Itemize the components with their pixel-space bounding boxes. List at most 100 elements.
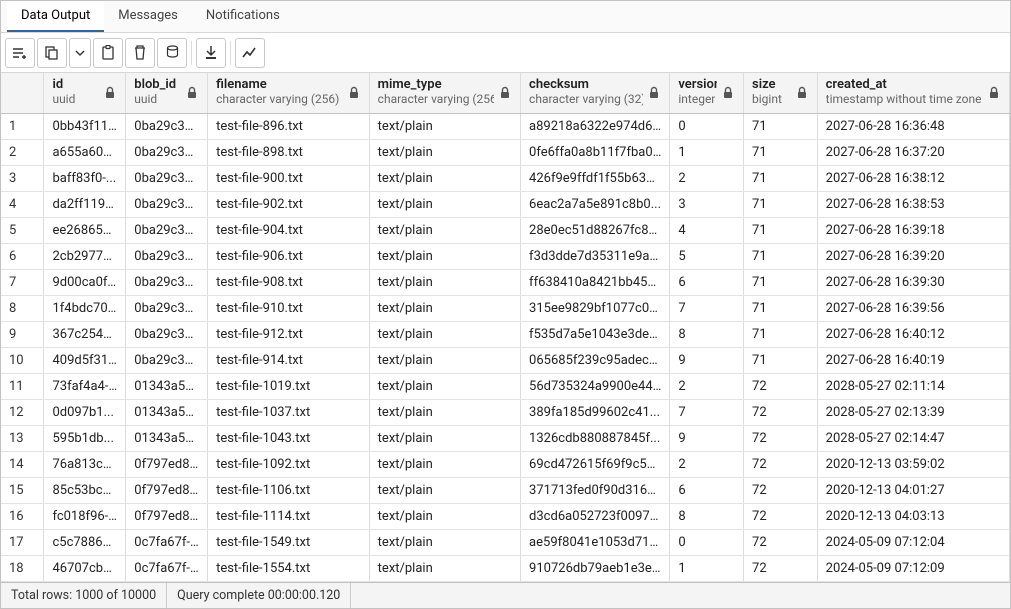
row-number[interactable]: 11 xyxy=(1,373,44,399)
cell-filename[interactable]: test-file-898.txt xyxy=(208,139,370,165)
cell-id[interactable]: 76a813c5... xyxy=(44,451,126,477)
column-header-size[interactable]: sizebigint xyxy=(744,73,818,113)
cell-version[interactable]: 2 xyxy=(670,165,744,191)
cell-size[interactable]: 71 xyxy=(744,139,818,165)
row-number[interactable]: 18 xyxy=(1,555,44,581)
cell-mime_type[interactable]: text/plain xyxy=(369,191,520,217)
cell-filename[interactable]: test-file-1114.txt xyxy=(208,503,370,529)
cell-id[interactable]: 9d00ca0f... xyxy=(44,269,126,295)
cell-blob_id[interactable]: 0f797ed8... xyxy=(126,477,208,503)
cell-id[interactable]: da2ff119-... xyxy=(44,191,126,217)
row-number[interactable]: 5 xyxy=(1,217,44,243)
cell-checksum[interactable]: ff638410a8421bb457... xyxy=(521,269,670,295)
cell-created_at[interactable]: 2024-05-09 07:12:09 xyxy=(817,555,1009,581)
cell-created_at[interactable]: 2020-12-13 04:01:27 xyxy=(817,477,1009,503)
column-header-id[interactable]: iduuid xyxy=(44,73,126,113)
cell-checksum[interactable]: fc2215899115aa8d9a... xyxy=(521,581,670,582)
cell-size[interactable]: 72 xyxy=(744,451,818,477)
cell-size[interactable]: 72 xyxy=(744,425,818,451)
cell-blob_id[interactable]: 0c7fa67f-... xyxy=(126,529,208,555)
table-row[interactable]: 1476a813c5...0f797ed8...test-file-1092.t… xyxy=(1,451,1010,477)
cell-created_at[interactable]: 2027-06-28 16:39:18 xyxy=(817,217,1009,243)
cell-id[interactable]: 46707cbc... xyxy=(44,555,126,581)
copy-dropdown-button[interactable] xyxy=(69,38,91,68)
cell-id[interactable]: 0d097b1... xyxy=(44,399,126,425)
cell-checksum[interactable]: 426f9e9ffdf1f55b633... xyxy=(521,165,670,191)
column-header-filename[interactable]: filenamecharacter varying (256) xyxy=(208,73,370,113)
table-row[interactable]: 5ee268650...0ba29c35...test-file-904.txt… xyxy=(1,217,1010,243)
cell-mime_type[interactable]: text/plain xyxy=(369,503,520,529)
cell-blob_id[interactable]: 01343a5c... xyxy=(126,399,208,425)
cell-checksum[interactable]: a89218a6322e974d6... xyxy=(521,113,670,139)
cell-filename[interactable]: test-file-900.txt xyxy=(208,165,370,191)
cell-size[interactable]: 71 xyxy=(744,269,818,295)
cell-checksum[interactable]: d3cd6a052723f0097c... xyxy=(521,503,670,529)
add-row-button[interactable] xyxy=(5,38,35,68)
cell-created_at[interactable]: 2027-06-28 16:39:20 xyxy=(817,243,1009,269)
cell-size[interactable]: 71 xyxy=(744,321,818,347)
cell-mime_type[interactable]: text/plain xyxy=(369,295,520,321)
cell-mime_type[interactable]: text/plain xyxy=(369,243,520,269)
cell-id[interactable]: baff83f0-... xyxy=(44,165,126,191)
cell-created_at[interactable]: 2027-06-28 16:40:19 xyxy=(817,347,1009,373)
cell-version[interactable]: 0 xyxy=(670,113,744,139)
cell-blob_id[interactable]: 01343a5c... xyxy=(126,373,208,399)
cell-version[interactable]: 2 xyxy=(670,373,744,399)
table-row[interactable]: 19be662b72...0c7fa67f-...test-file-1558.… xyxy=(1,581,1010,582)
row-number[interactable]: 4 xyxy=(1,191,44,217)
column-header-mime_type[interactable]: mime_typecharacter varying (256) xyxy=(369,73,520,113)
cell-checksum[interactable]: 315ee9829bf1077c04... xyxy=(521,295,670,321)
cell-filename[interactable]: test-file-902.txt xyxy=(208,191,370,217)
cell-mime_type[interactable]: text/plain xyxy=(369,217,520,243)
cell-filename[interactable]: test-file-1558.txt xyxy=(208,581,370,582)
cell-created_at[interactable]: 2027-06-28 16:38:12 xyxy=(817,165,1009,191)
cell-filename[interactable]: test-file-1037.txt xyxy=(208,399,370,425)
tab-data-output[interactable]: Data Output xyxy=(7,1,104,32)
cell-mime_type[interactable]: text/plain xyxy=(369,347,520,373)
cell-size[interactable]: 72 xyxy=(744,399,818,425)
cell-size[interactable]: 72 xyxy=(744,503,818,529)
table-row[interactable]: 1173faf4a4-...01343a5c...test-file-1019.… xyxy=(1,373,1010,399)
results-grid[interactable]: iduuidblob_iduuidfilenamecharacter varyi… xyxy=(1,73,1010,582)
cell-blob_id[interactable]: 0ba29c35... xyxy=(126,347,208,373)
cell-mime_type[interactable]: text/plain xyxy=(369,581,520,582)
cell-checksum[interactable]: 371713fed0f90d316c... xyxy=(521,477,670,503)
row-number[interactable]: 7 xyxy=(1,269,44,295)
table-row[interactable]: 13595b1db...01343a5c...test-file-1043.tx… xyxy=(1,425,1010,451)
cell-filename[interactable]: test-file-1019.txt xyxy=(208,373,370,399)
cell-id[interactable]: c5c78863... xyxy=(44,529,126,555)
cell-id[interactable]: ee268650... xyxy=(44,217,126,243)
cell-created_at[interactable]: 2028-05-27 02:11:14 xyxy=(817,373,1009,399)
cell-created_at[interactable]: 2020-12-13 04:03:13 xyxy=(817,503,1009,529)
table-row[interactable]: 17c5c78863...0c7fa67f-...test-file-1549.… xyxy=(1,529,1010,555)
table-row[interactable]: 120d097b1...01343a5c...test-file-1037.tx… xyxy=(1,399,1010,425)
cell-checksum[interactable]: 69cd472615f69f9c5e... xyxy=(521,451,670,477)
cell-created_at[interactable]: 2027-06-28 16:40:12 xyxy=(817,321,1009,347)
row-number[interactable]: 12 xyxy=(1,399,44,425)
row-number[interactable]: 9 xyxy=(1,321,44,347)
cell-checksum[interactable]: 56d735324a9900e44... xyxy=(521,373,670,399)
cell-filename[interactable]: test-file-896.txt xyxy=(208,113,370,139)
cell-checksum[interactable]: 1326cdb880887845f... xyxy=(521,425,670,451)
row-number[interactable]: 13 xyxy=(1,425,44,451)
cell-created_at[interactable]: 2027-06-28 16:39:30 xyxy=(817,269,1009,295)
cell-mime_type[interactable]: text/plain xyxy=(369,477,520,503)
cell-filename[interactable]: test-file-1554.txt xyxy=(208,555,370,581)
cell-version[interactable]: 9 xyxy=(670,425,744,451)
row-number[interactable]: 17 xyxy=(1,529,44,555)
cell-id[interactable]: 2cb2977a... xyxy=(44,243,126,269)
table-row[interactable]: 1846707cbc...0c7fa67f-...test-file-1554.… xyxy=(1,555,1010,581)
cell-blob_id[interactable]: 0ba29c35... xyxy=(126,321,208,347)
cell-id[interactable]: 1f4bdc70... xyxy=(44,295,126,321)
cell-id[interactable]: a655a60d... xyxy=(44,139,126,165)
cell-size[interactable]: 71 xyxy=(744,113,818,139)
column-header-version[interactable]: versioninteger xyxy=(670,73,744,113)
cell-created_at[interactable]: 2027-06-28 16:39:56 xyxy=(817,295,1009,321)
table-row[interactable]: 1585c53bcb...0f797ed8...test-file-1106.t… xyxy=(1,477,1010,503)
cell-created_at[interactable]: 2027-06-28 16:37:20 xyxy=(817,139,1009,165)
column-header-checksum[interactable]: checksumcharacter varying (32) xyxy=(521,73,670,113)
cell-filename[interactable]: test-file-910.txt xyxy=(208,295,370,321)
cell-checksum[interactable]: 910726db79aeb1e3e... xyxy=(521,555,670,581)
cell-blob_id[interactable]: 0f797ed8... xyxy=(126,451,208,477)
cell-id[interactable]: 0bb43f11... xyxy=(44,113,126,139)
